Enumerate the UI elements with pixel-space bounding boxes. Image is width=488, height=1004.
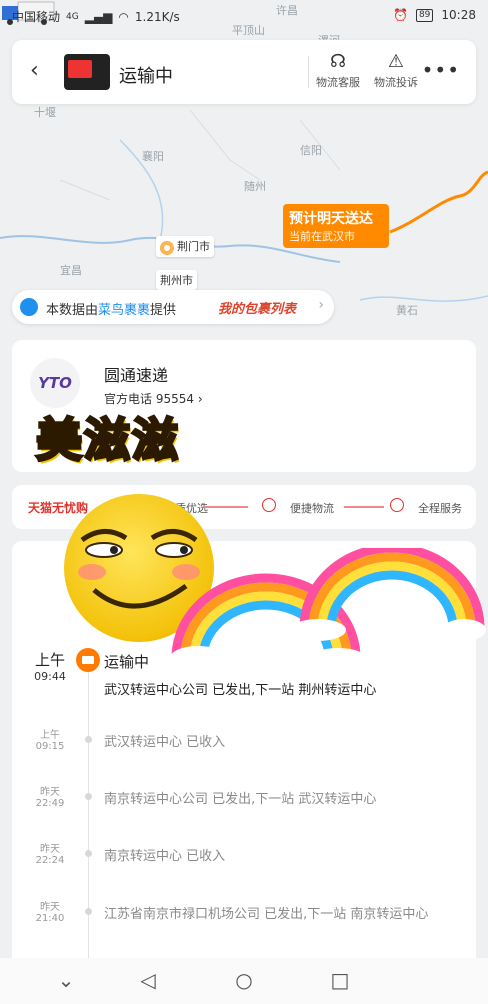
logistics-complaint-button[interactable]: ⚠ 物流投诉 bbox=[366, 50, 426, 90]
event-day: 昨天 bbox=[40, 787, 60, 798]
courier-name: 圆通速递 bbox=[104, 366, 169, 385]
nav-back-icon[interactable]: ◁ bbox=[128, 968, 168, 994]
event-time: 09:15 bbox=[35, 741, 65, 752]
network-type: 4G bbox=[66, 11, 79, 22]
event-time: 22:24 bbox=[35, 855, 65, 866]
event-desc: 南京转运中心公司 已发出,下一站 武汉转运中心 bbox=[104, 792, 377, 807]
nav-recents-icon[interactable]: □ bbox=[320, 968, 360, 994]
header-card: ‹ 运输中 ☊ 物流客服 ⚠ 物流投诉 ••• bbox=[12, 40, 476, 104]
map-place-label: 十堰 bbox=[34, 106, 56, 119]
status-bar: 中国移动 4G ▂▄▆ ◠ 1.21K/s ⏰ 89 10:28 bbox=[0, 0, 488, 30]
logistics-support-button[interactable]: ☊ 物流客服 bbox=[308, 50, 368, 90]
cainiao-bird-icon bbox=[20, 298, 38, 316]
carrier-name: 中国移动 bbox=[12, 10, 61, 24]
signal-icon: ▂▄▆ bbox=[84, 9, 113, 24]
service-divider bbox=[344, 506, 384, 508]
event-day: 昨天 bbox=[40, 902, 60, 913]
event-desc: 武汉转运中心 已收入 bbox=[104, 735, 226, 750]
source-prefix: 本数据由 bbox=[46, 303, 99, 318]
city-tag-jingzhou[interactable]: 荆州市 bbox=[156, 270, 197, 290]
map-place-label: 黄石 bbox=[396, 304, 418, 317]
service-icon bbox=[390, 498, 404, 512]
nav-hide-icon[interactable]: ⌄ bbox=[46, 968, 86, 994]
timeline-dot bbox=[85, 793, 92, 800]
timeline-event: 上午 09:15 武汉转运中心 已收入 bbox=[12, 726, 476, 766]
system-nav-bar: ⌄ ◁ ○ □ bbox=[0, 958, 488, 1004]
event-desc: 江苏省南京市禄口机场公司 已发出,下一站 南京转运中心 bbox=[104, 907, 429, 922]
eta-subtitle: 当前在武汉市 bbox=[289, 230, 355, 243]
timeline-event: 昨天 22:24 南京转运中心 已收入 bbox=[12, 840, 476, 880]
page-title: 运输中 bbox=[119, 66, 173, 87]
source-suffix: 提供 bbox=[150, 303, 177, 318]
complaint-label: 物流投诉 bbox=[374, 76, 418, 89]
current-event-desc: 武汉转运中心公司 已发出,下一站 荆州转运中心 bbox=[104, 683, 377, 698]
chevron-right-icon: › bbox=[197, 392, 203, 406]
battery-level: 89 bbox=[415, 8, 434, 22]
timeline-dot bbox=[85, 736, 92, 743]
chevron-right-icon: › bbox=[318, 297, 324, 313]
event-time: 21:40 bbox=[35, 913, 65, 924]
current-time: 09:44 bbox=[34, 670, 66, 683]
nav-home-icon[interactable]: ○ bbox=[224, 968, 264, 994]
product-thumbnail[interactable] bbox=[64, 54, 110, 90]
event-day: 上午 bbox=[40, 730, 60, 741]
event-desc: 南京转运中心 已收入 bbox=[104, 849, 226, 864]
alarm-icon: ⏰ bbox=[393, 8, 408, 22]
timeline-event: 昨天 22:49 南京转运中心公司 已发出,下一站 武汉转运中心 bbox=[12, 783, 476, 823]
service-fast-logistics: 便捷物流 bbox=[290, 502, 334, 515]
origin-marker-icon: ● bbox=[160, 241, 174, 255]
map-place-label: 随州 bbox=[244, 180, 266, 193]
clock: 10:28 bbox=[441, 8, 476, 22]
map-place-label: 宜昌 bbox=[60, 264, 82, 277]
network-speed: 1.21K/s bbox=[134, 9, 180, 24]
eta-callout: 预计明天送达 当前在武汉市 bbox=[283, 204, 389, 248]
delivery-icon bbox=[262, 498, 276, 512]
timeline-event: 昨天 21:40 江苏省南京市禄口机场公司 已发出,下一站 南京转运中心 bbox=[12, 898, 476, 938]
event-day: 昨天 bbox=[40, 844, 60, 855]
current-status: 运输中 bbox=[104, 653, 150, 671]
warning-icon: ⚠ bbox=[387, 51, 405, 72]
my-packages-link[interactable]: 我的包裹列表 bbox=[218, 298, 296, 317]
data-source-banner[interactable]: 本数据由菜鸟裹裹提供 我的包裹列表 › bbox=[12, 290, 334, 324]
rainbow-sticker bbox=[170, 548, 486, 672]
timeline-dot bbox=[85, 850, 92, 857]
service-full-coverage: 全程服务 bbox=[418, 502, 462, 515]
eta-title: 预计明天送达 bbox=[289, 211, 373, 227]
current-day: 上午 bbox=[34, 651, 65, 669]
data-source-text: 本数据由菜鸟裹裹提供 bbox=[46, 299, 176, 318]
city-tag-label: 荆门市 bbox=[177, 240, 210, 253]
courier-logo: YTO bbox=[30, 358, 80, 408]
event-time: 22:49 bbox=[35, 798, 65, 809]
current-event-time: 上午 09:44 bbox=[28, 649, 72, 683]
timeline-dot bbox=[85, 908, 92, 915]
wifi-icon: ◠ bbox=[118, 9, 129, 24]
city-tag-jingmen[interactable]: ● 荆门市 bbox=[156, 236, 214, 257]
map-place-label: 信阳 bbox=[300, 144, 322, 157]
truck-status-icon bbox=[76, 648, 100, 672]
city-tag-label: 荆州市 bbox=[160, 274, 193, 287]
back-arrow-icon[interactable]: ‹ bbox=[30, 60, 39, 82]
support-label: 物流客服 bbox=[316, 76, 360, 89]
meizizi-sticker: 美滋滋 bbox=[35, 412, 180, 469]
more-icon[interactable]: ••• bbox=[422, 60, 460, 80]
map-place-label: 襄阳 bbox=[142, 150, 164, 163]
headset-icon: ☊ bbox=[330, 51, 346, 72]
source-provider: 菜鸟裹裹 bbox=[98, 303, 151, 318]
